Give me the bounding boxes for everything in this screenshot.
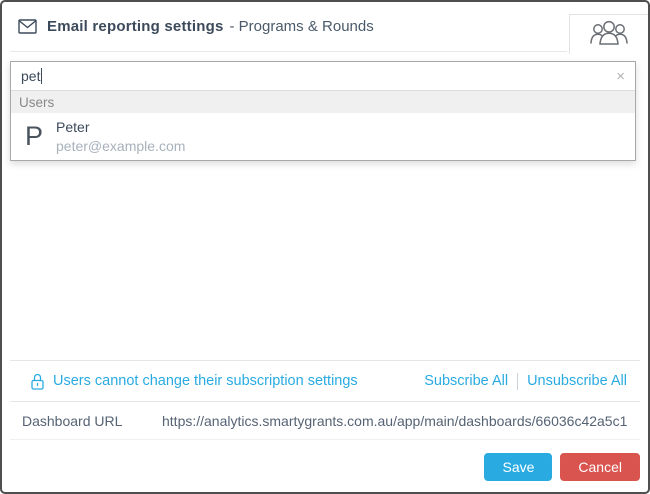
subscription-settings-link[interactable]: Users cannot change their subscription s…: [53, 373, 358, 389]
user-email: peter@example.com: [56, 137, 186, 154]
dashboard-url-row: Dashboard URL https://analytics.smartygr…: [10, 401, 640, 439]
bulk-links: Subscribe All Unsubscribe All: [424, 372, 627, 390]
header-divider: [10, 51, 567, 52]
dialog-header: Email reporting settings - Programs & Ro…: [2, 2, 648, 51]
dashboard-url-value: https://analytics.smartygrants.com.au/ap…: [162, 412, 628, 429]
dropdown-group-label: Users: [11, 90, 635, 113]
search-input[interactable]: pet ×: [11, 62, 635, 90]
user-search-dropdown: pet × Users P Peter peter@example.com: [10, 61, 636, 161]
lock-icon: [30, 372, 45, 391]
cancel-button[interactable]: Cancel: [560, 453, 640, 481]
dialog-title: Email reporting settings: [47, 18, 224, 35]
subscription-settings-row: Users cannot change their subscription s…: [10, 360, 640, 401]
envelope-icon: [18, 19, 37, 34]
user-info: Peter peter@example.com: [56, 118, 185, 154]
unsubscribe-all-link[interactable]: Unsubscribe All: [527, 373, 627, 389]
link-separator: [517, 372, 519, 390]
search-input-value: pet: [21, 68, 41, 84]
users-tab-button[interactable]: [569, 14, 648, 54]
subscribe-all-link[interactable]: Subscribe All: [424, 373, 508, 389]
user-name: Peter: [56, 119, 90, 136]
dialog-subtitle: - Programs & Rounds: [229, 18, 374, 35]
user-result-item[interactable]: P Peter peter@example.com: [11, 113, 635, 160]
dialog-footer: Save Cancel: [10, 439, 640, 492]
avatar: P: [25, 121, 44, 151]
email-reporting-settings-dialog: Email reporting settings - Programs & Ro…: [0, 0, 650, 494]
dashboard-url-label: Dashboard URL: [22, 412, 123, 429]
save-button[interactable]: Save: [484, 453, 553, 481]
text-cursor: [41, 68, 43, 84]
people-group-icon: [588, 19, 630, 51]
clear-search-icon[interactable]: ×: [616, 69, 625, 84]
